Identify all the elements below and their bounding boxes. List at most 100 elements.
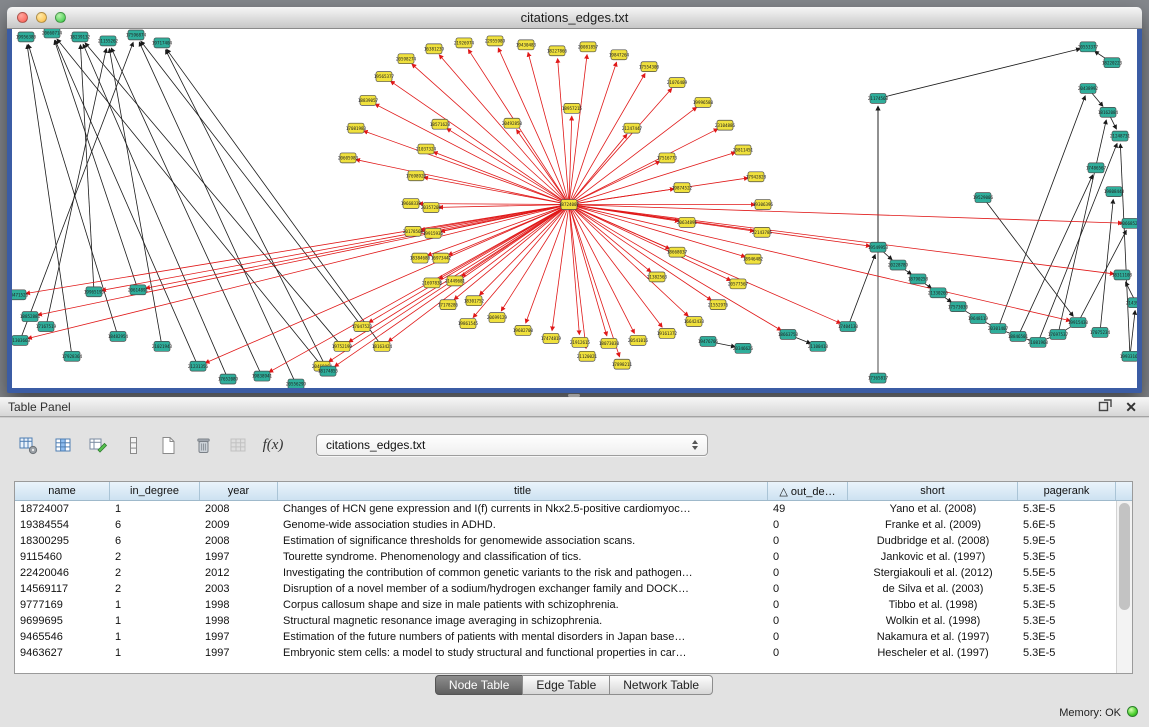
network-node[interactable]: 20492850: [502, 118, 523, 128]
network-edge[interactable]: [1020, 175, 1093, 333]
network-node[interactable]: 19549953: [868, 242, 889, 252]
table-cell[interactable]: 14569117: [15, 583, 110, 595]
network-node[interactable]: 20471526: [12, 290, 29, 300]
table-cell[interactable]: Investigating the contribution of common…: [278, 567, 768, 579]
table-cell[interactable]: Franke et al. (2009): [848, 519, 1018, 531]
network-node[interactable]: 21037324: [416, 144, 437, 154]
network-edge[interactable]: [573, 189, 674, 204]
network-node[interactable]: 20577567: [728, 279, 749, 289]
table-cell[interactable]: 22420046: [15, 567, 110, 579]
network-edge[interactable]: [439, 205, 565, 208]
table-mode-icon[interactable]: [16, 433, 40, 457]
function-builder-icon[interactable]: f(x): [261, 433, 285, 457]
table-cell[interactable]: 1997: [200, 647, 278, 659]
network-node[interactable]: 20541016: [628, 335, 649, 345]
table-cell[interactable]: 0: [768, 583, 848, 595]
network-node[interactable]: 22143785: [752, 227, 773, 237]
network-node[interactable]: 17081983: [346, 123, 367, 133]
table-cell[interactable]: 5.5E-5: [1018, 567, 1116, 579]
table-cell[interactable]: 6: [110, 519, 200, 531]
network-node[interactable]: 21248731: [1110, 131, 1131, 141]
table-cell[interactable]: 5.3E-5: [1018, 647, 1116, 659]
table-cell[interactable]: Tourette syndrome. Phenomenology and cla…: [278, 551, 768, 563]
table-cell[interactable]: Disruption of a novel member of a sodium…: [278, 583, 768, 595]
network-edge[interactable]: [573, 161, 660, 202]
network-node[interactable]: 18668037: [667, 247, 688, 257]
network-edge[interactable]: [573, 205, 1114, 274]
network-node[interactable]: 17047523: [352, 322, 373, 332]
network-edge[interactable]: [569, 208, 586, 348]
table-row[interactable]: 1456911722003Disruption of a novel membe…: [15, 581, 1132, 597]
network-node[interactable]: 23104886: [715, 120, 736, 130]
column-header[interactable]: name: [15, 482, 110, 500]
table-cell[interactable]: 2009: [200, 519, 278, 531]
table-row[interactable]: 946554611997Estimation of the future num…: [15, 629, 1132, 645]
table-cell[interactable]: 2008: [200, 503, 278, 515]
tab-node-table[interactable]: Node Table: [435, 675, 524, 695]
table-cell[interactable]: 0: [768, 519, 848, 531]
tab-network-table[interactable]: Network Table: [609, 675, 713, 695]
tab-edge-table[interactable]: Edge Table: [522, 675, 610, 695]
network-node[interactable]: 21552976: [708, 300, 729, 310]
network-edge[interactable]: [111, 48, 260, 372]
column-header[interactable]: △ out_de…: [768, 482, 848, 500]
network-node[interactable]: 18162084: [1098, 107, 1119, 117]
network-node[interactable]: 19476706: [698, 336, 719, 346]
network-node[interactable]: 17554300: [639, 62, 660, 72]
network-node[interactable]: 18946482: [743, 254, 764, 264]
close-panel-icon[interactable]: ✕: [1125, 400, 1137, 414]
delete-icon[interactable]: [191, 433, 215, 457]
column-header[interactable]: in_degree: [110, 482, 200, 500]
network-node[interactable]: 17516773: [657, 153, 678, 163]
network-node[interactable]: 17697537: [1048, 329, 1069, 339]
network-node[interactable]: 19161372: [657, 328, 678, 338]
table-cell[interactable]: 5.3E-5: [1018, 599, 1116, 611]
table-cell[interactable]: 0: [768, 631, 848, 643]
network-node[interactable]: 17942828: [746, 172, 767, 182]
column-header[interactable]: title: [278, 482, 768, 500]
network-node[interactable]: 17573030: [948, 302, 969, 312]
table-cell[interactable]: Nakamura et al. (1997): [848, 631, 1018, 643]
network-node[interactable]: 19915430: [1068, 318, 1089, 328]
table-cell[interactable]: 9777169: [15, 599, 110, 611]
network-node[interactable]: 16642433: [684, 317, 705, 327]
network-node[interactable]: 21697838: [422, 278, 443, 288]
network-edge[interactable]: [205, 206, 565, 363]
network-node[interactable]: 21076409: [667, 78, 688, 88]
table-vertical-scrollbar[interactable]: [1116, 501, 1132, 673]
network-node[interactable]: 18301752: [464, 296, 485, 306]
network-node[interactable]: 18724007: [559, 200, 580, 210]
network-node[interactable]: 20178568: [403, 226, 424, 236]
network-node[interactable]: 17404130: [838, 322, 859, 332]
import-table-icon[interactable]: [226, 433, 250, 457]
network-edge[interactable]: [573, 152, 736, 203]
table-cell[interactable]: Stergiakouli et al. (2012): [848, 567, 1018, 579]
network-edge[interactable]: [424, 177, 565, 204]
table-cell[interactable]: 2: [110, 567, 200, 579]
network-edge[interactable]: [573, 129, 718, 203]
network-edge[interactable]: [83, 44, 226, 375]
table-cell[interactable]: 1: [110, 647, 200, 659]
network-node[interactable]: 17698920: [406, 171, 427, 181]
network-edge[interactable]: [985, 201, 1073, 316]
network-node[interactable]: 19430483: [516, 40, 537, 50]
column-selector-icon[interactable]: [51, 433, 75, 457]
network-node[interactable]: 17596874: [126, 30, 147, 40]
float-panel-icon[interactable]: [1098, 398, 1113, 417]
network-edge[interactable]: [569, 208, 579, 334]
column-header[interactable]: short: [848, 482, 1018, 500]
table-cell[interactable]: 1997: [200, 631, 278, 643]
network-canvas[interactable]: 1872400720605983170819831883905719565377…: [12, 29, 1137, 388]
network-node[interactable]: 19838941: [252, 371, 273, 381]
network-node[interactable]: 21247447: [622, 123, 643, 133]
table-cell[interactable]: 5.3E-5: [1018, 551, 1116, 563]
network-edge[interactable]: [572, 207, 781, 331]
network-node[interactable]: 20553377: [1078, 42, 1099, 52]
table-row[interactable]: 946362711997Embryonic stem cells: a mode…: [15, 645, 1132, 661]
minimize-window-button[interactable]: [36, 12, 47, 23]
network-node[interactable]: 17075234: [1090, 328, 1111, 338]
network-node[interactable]: 21155262: [98, 36, 119, 46]
close-window-button[interactable]: [17, 12, 28, 23]
network-edge[interactable]: [473, 208, 566, 318]
network-node[interactable]: 19861545: [458, 319, 479, 329]
